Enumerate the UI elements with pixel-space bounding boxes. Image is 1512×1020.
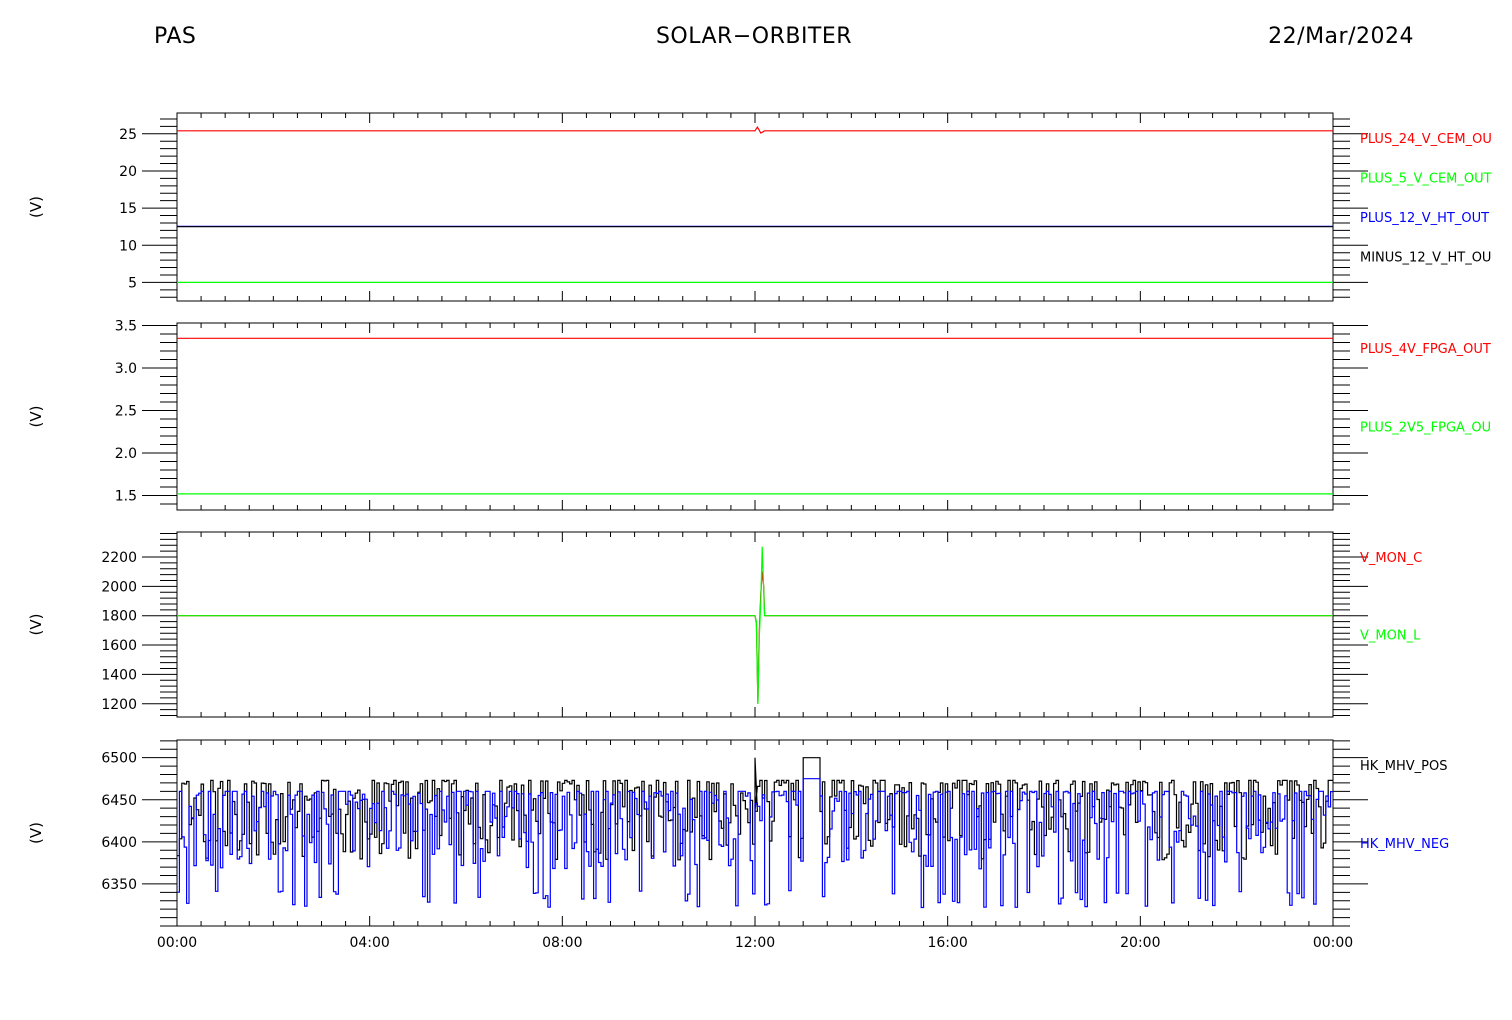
y-tick-label: 10 — [119, 238, 137, 254]
y-tick-label: 1400 — [101, 667, 137, 683]
x-tick-label: 04:00 — [349, 935, 389, 951]
y-tick-label: 3.5 — [115, 319, 137, 335]
housekeeping-voltage-plot: 5 10 15 20 25 (V) PLUS_24_V_CEM_OU PLUS_5_V_CEM… — [27, 112, 1492, 951]
y-tick-label: 2200 — [101, 550, 137, 566]
series-label: HK_MHV_NEG — [1360, 837, 1449, 852]
series-label: V_MON_C — [1360, 551, 1422, 566]
x-tick-label: 00:00 — [1313, 935, 1353, 951]
y-tick-label: 15 — [119, 201, 137, 217]
plot-frame — [176, 531, 1334, 718]
y-axis-label: (V) — [27, 614, 45, 636]
x-tick-label: 20:00 — [1120, 935, 1160, 951]
y-tick-label: 6400 — [101, 835, 137, 851]
x-tick-label: 00:00 — [157, 935, 197, 951]
y-tick-label: 6450 — [101, 793, 137, 809]
series-label: MINUS_12_V_HT_OU — [1360, 251, 1491, 266]
y-tick-label: 6500 — [101, 751, 137, 767]
series-label: PLUS_5_V_CEM_OUT — [1360, 172, 1492, 187]
y-tick-label: 6350 — [101, 877, 137, 893]
y-tick-label: 3.0 — [115, 361, 137, 377]
y-axis-label: (V) — [27, 822, 45, 844]
y-tick-label: 2000 — [101, 579, 137, 595]
y-tick-label: 1.5 — [115, 489, 137, 505]
y-tick-label: 5 — [128, 275, 137, 291]
plot-frame — [176, 112, 1334, 302]
y-tick-label: 1800 — [101, 609, 137, 625]
y-tick-label: 2.5 — [115, 404, 137, 420]
series-label: PLUS_12_V_HT_OUT — [1360, 211, 1489, 226]
series-line — [177, 571, 1333, 704]
y-axis-label: (V) — [27, 406, 45, 428]
x-tick-label: 12:00 — [735, 935, 775, 951]
y-tick-label: 25 — [119, 127, 137, 143]
y-tick-label: 1600 — [101, 638, 137, 654]
series-label: PLUS_4V_FPGA_OUT — [1360, 342, 1491, 357]
series-label: PLUS_2V5_FPGA_OU — [1360, 421, 1491, 436]
series-label: HK_MHV_POS — [1360, 759, 1448, 774]
panel-4: 6350 6400 6450 6500 (V) HK_MHV_POS HK_MHV_NEG — [27, 739, 1449, 927]
plot-frame — [176, 322, 1334, 511]
x-tick-label: 16:00 — [927, 935, 967, 951]
series-line — [177, 546, 1333, 704]
panel-1: 5 10 15 20 25 (V) PLUS_24_V_CEM_OU PLUS_5_V_CEM… — [27, 112, 1492, 302]
series-label: PLUS_24_V_CEM_OU — [1360, 132, 1492, 147]
y-tick-label: 2.0 — [115, 446, 137, 462]
panel-3: 1200 1400 1600 1800 2000 2200 (V) V_MON_C V_MON_… — [27, 531, 1422, 718]
y-tick-label: 1200 — [101, 697, 137, 713]
series-line — [177, 125, 1333, 134]
x-tick-label: 08:00 — [542, 935, 582, 951]
series-label: V_MON_L — [1360, 629, 1421, 644]
panel-2: 1.5 2.0 2.5 3.0 3.5 (V) PLUS_4V_FPGA_OUT PLUS_2… — [27, 319, 1491, 511]
y-axis-label: (V) — [27, 196, 45, 218]
y-tick-label: 20 — [119, 164, 137, 180]
